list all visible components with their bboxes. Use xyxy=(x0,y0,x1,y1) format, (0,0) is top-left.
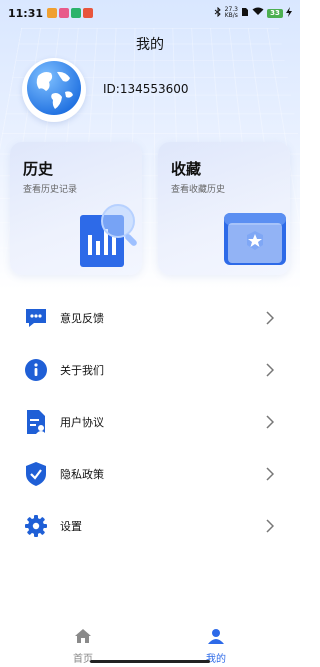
status-time: 11:31 xyxy=(8,6,44,20)
menu-item-about[interactable]: 关于我们 xyxy=(0,344,300,396)
history-card[interactable]: 历史 查看历史记录 xyxy=(10,142,142,275)
menu-item-label: 用户协议 xyxy=(60,416,104,429)
history-chart-icon xyxy=(72,199,142,275)
chevron-right-icon xyxy=(266,414,275,433)
home-indicator xyxy=(90,660,210,663)
app-notification-icon xyxy=(47,8,58,18)
user-id: ID:134553600 xyxy=(103,82,189,96)
document-user-icon xyxy=(24,410,48,434)
globe-icon xyxy=(25,59,83,121)
sim-icon xyxy=(241,7,249,20)
favorites-card-title: 收藏 xyxy=(171,160,202,178)
app-notification-icon xyxy=(83,8,94,18)
chevron-right-icon xyxy=(266,362,275,381)
avatar[interactable] xyxy=(22,58,86,122)
person-icon xyxy=(207,629,225,648)
page-title: 我的 xyxy=(136,37,164,53)
network-speed: 27.3 KB/s xyxy=(225,7,238,19)
app-notification-icon xyxy=(59,8,70,18)
network-speed-unit: KB/s xyxy=(224,12,238,19)
status-bar: 11:31 27.3 KB/s 33 xyxy=(0,0,300,26)
chevron-right-icon xyxy=(266,310,275,329)
wifi-icon xyxy=(252,7,264,19)
info-icon xyxy=(24,358,48,382)
menu-item-label: 关于我们 xyxy=(60,364,104,377)
battery-icon: 33 xyxy=(267,8,283,18)
menu-item-settings[interactable]: 设置 xyxy=(0,500,300,552)
chevron-right-icon xyxy=(266,518,275,537)
gear-icon xyxy=(24,514,48,538)
menu-item-label: 设置 xyxy=(60,520,82,533)
app-notification-icon xyxy=(71,8,82,18)
bluetooth-icon xyxy=(214,6,222,20)
chevron-right-icon xyxy=(266,466,275,485)
menu-item-label: 隐私政策 xyxy=(60,468,104,481)
history-card-title: 历史 xyxy=(23,160,54,178)
menu-item-feedback[interactable]: 意见反馈 xyxy=(0,292,300,344)
shield-check-icon xyxy=(24,462,48,486)
notification-icons xyxy=(47,8,94,18)
menu-item-user-agreement[interactable]: 用户协议 xyxy=(0,396,300,448)
favorites-card-subtitle: 查看收藏历史 xyxy=(171,185,226,195)
menu-item-privacy[interactable]: 隐私政策 xyxy=(0,448,300,500)
home-icon xyxy=(74,629,92,648)
menu-item-label: 意见反馈 xyxy=(60,312,104,325)
history-card-subtitle: 查看历史记录 xyxy=(23,185,78,195)
favorites-box-icon xyxy=(218,205,290,275)
feedback-chat-icon xyxy=(24,306,48,330)
charging-icon xyxy=(286,6,292,20)
favorites-card[interactable]: 收藏 查看收藏历史 xyxy=(158,142,290,275)
